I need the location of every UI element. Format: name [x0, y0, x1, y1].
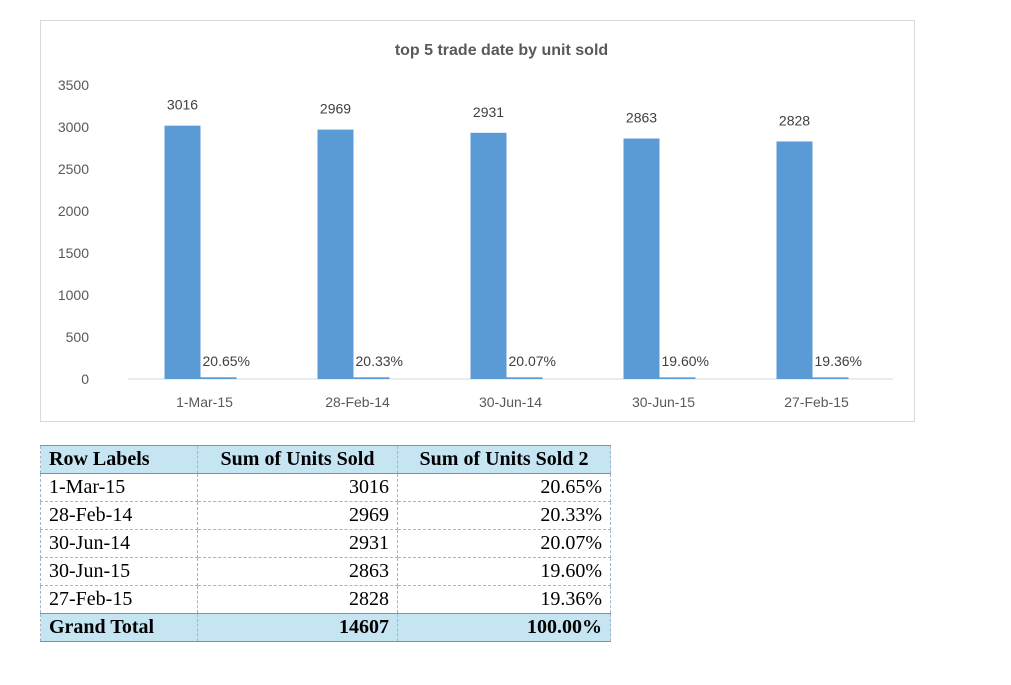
table-row[interactable]: 27-Feb-15 2828 19.36%	[40, 585, 611, 614]
units-sold-cell: 3016	[197, 473, 398, 502]
units-sold-cell: 2863	[197, 557, 398, 586]
bar-value-label: 2828	[779, 112, 810, 128]
pivot-table: Row Labels Sum of Units Sold Sum of Unit…	[40, 445, 611, 642]
bar-percent-label: 20.33%	[356, 353, 403, 369]
x-tick-label: 30-Jun-15	[632, 394, 695, 410]
bar-percent-label: 19.60%	[662, 353, 709, 369]
bar-units-sold	[470, 132, 507, 379]
bar-units-sold	[776, 141, 813, 379]
bar-value-label: 2931	[473, 104, 504, 120]
units-share-cell: 20.65%	[397, 473, 611, 502]
grand-total-label: Grand Total	[40, 613, 198, 642]
units-share-cell: 20.33%	[397, 501, 611, 530]
row-label: 27-Feb-15	[40, 585, 198, 614]
bar-percent-label: 20.65%	[203, 353, 250, 369]
header-row-labels[interactable]: Row Labels	[40, 445, 198, 474]
chart-title: top 5 trade date by unit sold	[395, 42, 608, 59]
grand-total-share: 100.00%	[397, 613, 611, 642]
bar-percent-label: 20.07%	[509, 353, 556, 369]
units-sold-cell: 2828	[197, 585, 398, 614]
chart-area: top 5 trade date by unit sold 0 500 1000 150…	[40, 20, 915, 422]
bar-units-share	[353, 377, 390, 379]
grand-total-row[interactable]: Grand Total 14607 100.00%	[40, 613, 611, 642]
bar-value-label: 2863	[626, 110, 657, 126]
row-label: 28-Feb-14	[40, 501, 198, 530]
units-sold-cell: 2931	[197, 529, 398, 558]
pivot-header-row: Row Labels Sum of Units Sold Sum of Unit…	[40, 445, 611, 474]
table-row[interactable]: 1-Mar-15 3016 20.65%	[40, 473, 611, 502]
row-label: 30-Jun-14	[40, 529, 198, 558]
units-share-cell: 20.07%	[397, 529, 611, 558]
x-tick-label: 28-Feb-14	[325, 394, 390, 410]
bar-units-sold	[623, 138, 660, 379]
y-tick-label: 1000	[58, 287, 89, 303]
bar-value-label: 3016	[167, 97, 198, 113]
row-label: 30-Jun-15	[40, 557, 198, 586]
header-sum-units[interactable]: Sum of Units Sold	[197, 445, 398, 474]
units-share-cell: 19.36%	[397, 585, 611, 614]
bar-value-label: 2969	[320, 101, 351, 117]
bar-units-share	[200, 377, 237, 379]
table-row[interactable]: 30-Jun-15 2863 19.60%	[40, 557, 611, 586]
x-tick-label: 30-Jun-14	[479, 394, 542, 410]
units-share-cell: 19.60%	[397, 557, 611, 586]
bar-units-share	[659, 377, 696, 379]
y-tick-label: 3500	[58, 77, 89, 93]
bar-units-sold	[317, 129, 354, 379]
units-sold-cell: 2969	[197, 501, 398, 530]
row-label: 1-Mar-15	[40, 473, 198, 502]
y-tick-label: 2000	[58, 203, 89, 219]
x-tick-label: 27-Feb-15	[784, 394, 849, 410]
y-tick-label: 0	[81, 371, 89, 387]
header-sum-units-2[interactable]: Sum of Units Sold 2	[397, 445, 611, 474]
bar-units-share	[812, 377, 849, 379]
table-row[interactable]: 28-Feb-14 2969 20.33%	[40, 501, 611, 530]
bar-units-sold	[164, 125, 201, 379]
grand-total-units: 14607	[197, 613, 398, 642]
bar-chart: top 5 trade date by unit sold 0 500 1000 150…	[58, 42, 893, 410]
y-tick-label: 2500	[58, 161, 89, 177]
table-row[interactable]: 30-Jun-14 2931 20.07%	[40, 529, 611, 558]
y-tick-label: 3000	[58, 119, 89, 135]
bar-units-share	[506, 377, 543, 379]
y-tick-label: 1500	[58, 245, 89, 261]
bar-percent-label: 19.36%	[815, 353, 862, 369]
x-tick-label: 1-Mar-15	[176, 394, 233, 410]
y-tick-label: 500	[66, 329, 90, 345]
